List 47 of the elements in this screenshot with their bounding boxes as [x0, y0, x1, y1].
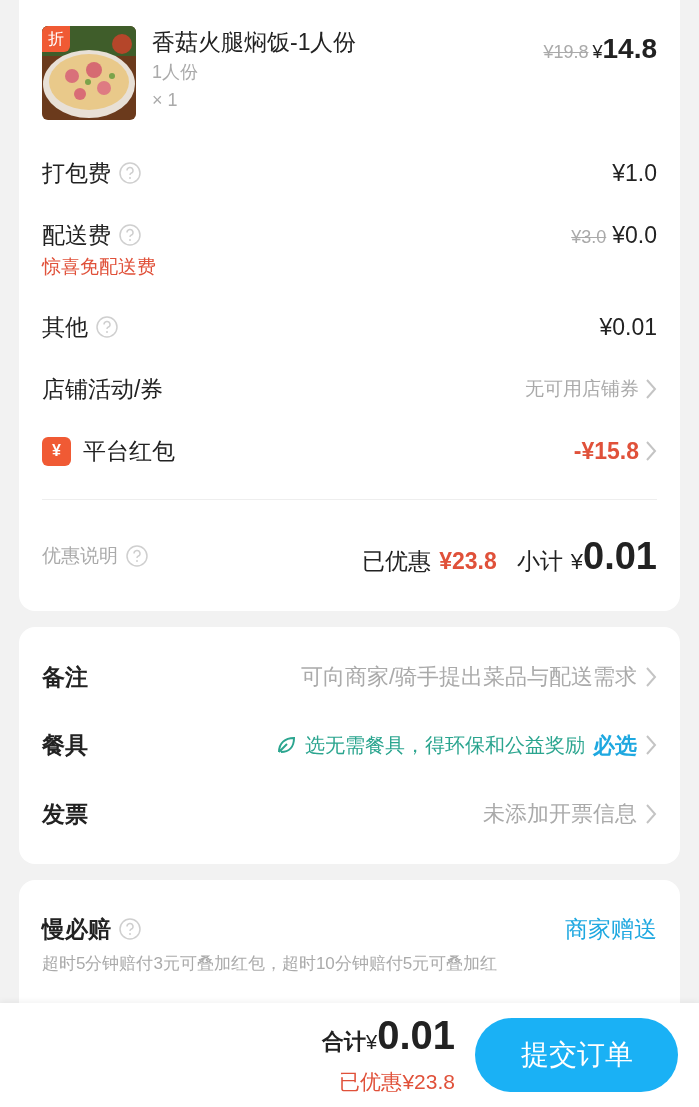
merchant-gift-link[interactable]: 商家赠送	[565, 912, 657, 947]
option-label: 备注	[42, 662, 88, 692]
submit-order-button[interactable]: 提交订单	[475, 1018, 678, 1092]
option-label: 餐具	[42, 731, 88, 760]
item-spec: 1人份	[152, 61, 199, 84]
coupon-status[interactable]: 无可用店铺券	[525, 374, 639, 404]
fee-label: 打包费	[42, 159, 111, 188]
original-price: ¥19.8	[543, 41, 589, 64]
help-icon[interactable]	[119, 162, 141, 184]
chevron-right-icon	[645, 802, 657, 825]
option-value[interactable]: 可向商家/骑手提出菜品与配送需求	[300, 660, 637, 694]
help-icon[interactable]	[119, 224, 141, 246]
chevron-right-icon	[645, 378, 657, 400]
row-label: 店铺活动/券	[42, 375, 164, 404]
help-icon[interactable]	[119, 918, 141, 941]
guarantee-title: 慢必赔	[42, 915, 111, 944]
subtotal-amount: ¥0.01	[570, 533, 657, 579]
option-label: 发票	[42, 799, 88, 829]
guarantee-description: 超时5分钟赔付3元可叠加红包，超时10分钟赔付5元可叠加红	[42, 952, 499, 975]
fee-amount: ¥1.0	[612, 159, 657, 188]
platform-discount-amount[interactable]: -¥15.8	[573, 434, 639, 469]
item-price: ¥14.8	[592, 32, 657, 66]
total-amount: 合计¥0.01	[322, 1012, 455, 1059]
total-discount: 已优惠¥23.8	[339, 1068, 455, 1095]
row-label: 平台红包	[83, 437, 175, 467]
discount-badge: 折	[42, 26, 70, 52]
original-fee: ¥3.0	[571, 226, 607, 249]
discount-amount: ¥23.8	[439, 546, 497, 576]
fee-label: 其他	[42, 313, 88, 342]
fee-label: 配送费	[42, 221, 111, 250]
chevron-right-icon	[645, 440, 657, 463]
required-tag: 必选	[593, 728, 637, 762]
item-quantity: × 1	[152, 89, 179, 112]
help-icon[interactable]	[96, 316, 118, 338]
coupon-icon: ¥	[42, 436, 71, 466]
discount-label: 已优惠	[362, 546, 432, 576]
fee-amount: ¥0.01	[599, 313, 657, 342]
item-name: 香菇火腿焖饭-1人份	[152, 28, 358, 57]
option-value[interactable]: 未添加开票信息	[483, 797, 637, 831]
option-value[interactable]: 选无需餐具，得环保和公益奖励	[305, 730, 585, 761]
fee-amount: ¥0.0	[612, 221, 657, 250]
subtotal-label: 小计	[516, 546, 563, 576]
discount-info-label: 优惠说明	[42, 543, 118, 568]
fee-note: 惊喜免配送费	[42, 255, 156, 279]
chevron-right-icon	[645, 734, 657, 757]
chevron-right-icon	[645, 665, 657, 688]
help-icon[interactable]	[126, 545, 148, 567]
